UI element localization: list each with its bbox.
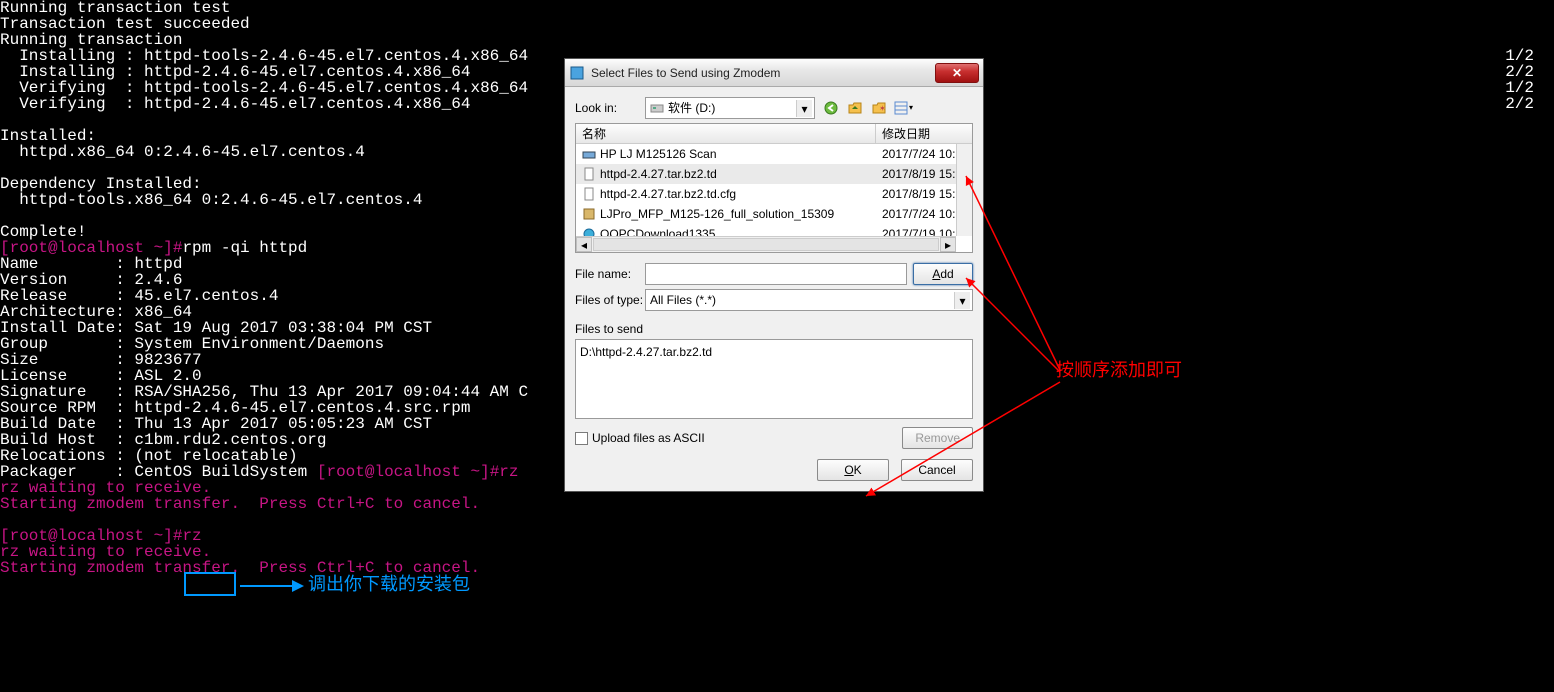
scroll-thumb[interactable] (593, 238, 939, 251)
file-list-header[interactable]: 名称 修改日期 (576, 124, 972, 144)
files-to-send-label: Files to send (575, 321, 973, 337)
scanner-icon (582, 147, 596, 161)
progress-count: 2/2 (1505, 64, 1534, 80)
file-row[interactable]: httpd-2.4.27.tar.bz2.td.cfg 2017/8/19 15… (576, 184, 972, 204)
drive-icon (650, 101, 664, 115)
scroll-right-icon[interactable]: ▸ (940, 237, 956, 252)
new-folder-icon[interactable]: ✶ (869, 98, 889, 118)
col-date[interactable]: 修改日期 (876, 124, 972, 143)
close-button[interactable]: ✕ (935, 63, 979, 83)
files-to-send-list[interactable]: D:\httpd-2.4.27.tar.bz2.td (575, 339, 973, 419)
chevron-down-icon: ▾ (909, 100, 913, 116)
file-icon (582, 167, 596, 181)
filetype-dropdown[interactable]: All Files (*.*) ▾ (645, 289, 973, 311)
checkbox-icon (575, 432, 588, 445)
ok-button[interactable]: OK (817, 459, 889, 481)
vertical-scrollbar[interactable] (956, 144, 972, 236)
ascii-label: Upload files as ASCII (592, 430, 705, 446)
annotation-text: 按顺序添加即可 (1056, 362, 1182, 378)
close-icon: ✕ (952, 65, 962, 81)
file-icon (582, 187, 596, 201)
lookin-value: 软件 (D:) (668, 100, 715, 116)
dialog-titlebar[interactable]: Select Files to Send using Zmodem ✕ (565, 59, 983, 87)
file-row[interactable]: HP LJ M125126 Scan 2017/7/24 10: (576, 144, 972, 164)
file-row[interactable]: LJPro_MFP_M125-126_full_solution_15309 2… (576, 204, 972, 224)
up-folder-icon[interactable] (845, 98, 865, 118)
file-name: httpd-2.4.27.tar.bz2.td (600, 166, 717, 182)
package-icon (582, 207, 596, 221)
lookin-label: Look in: (575, 100, 645, 116)
remove-button[interactable]: Remove (902, 427, 973, 449)
annotation-box (184, 572, 236, 596)
file-row[interactable]: httpd-2.4.27.tar.bz2.td 2017/8/19 15: (576, 164, 972, 184)
horizontal-scrollbar[interactable]: ◂ ▸ (576, 236, 956, 252)
annotation-text: 调出你下载的安装包 (308, 576, 470, 592)
file-list[interactable]: 名称 修改日期 HP LJ M125126 Scan 2017/7/24 10:… (575, 123, 973, 253)
back-icon[interactable] (821, 98, 841, 118)
scroll-left-icon[interactable]: ◂ (576, 237, 592, 252)
file-dialog: Select Files to Send using Zmodem ✕ Look… (564, 58, 984, 492)
add-button[interactable]: Add (913, 263, 973, 285)
file-name: httpd-2.4.27.tar.bz2.td.cfg (600, 186, 736, 202)
progress-count: 2/2 (1505, 96, 1534, 112)
dialog-title: Select Files to Send using Zmodem (591, 65, 935, 81)
ascii-checkbox[interactable]: Upload files as ASCII (575, 430, 705, 446)
filetype-label: Files of type: (575, 292, 645, 308)
filetype-value: All Files (*.*) (650, 292, 716, 308)
filename-label: File name: (575, 266, 645, 282)
chevron-down-icon: ▾ (796, 100, 812, 117)
lookin-dropdown[interactable]: 软件 (D:) ▾ (645, 97, 815, 119)
dialog-icon (569, 65, 585, 81)
cancel-button[interactable]: Cancel (901, 459, 973, 481)
annotation-arrow (236, 576, 306, 596)
col-name[interactable]: 名称 (576, 124, 876, 143)
progress-count: 1/2 (1505, 48, 1534, 64)
chevron-down-icon: ▾ (954, 292, 970, 309)
filename-input[interactable] (645, 263, 907, 285)
send-item[interactable]: D:\httpd-2.4.27.tar.bz2.td (580, 344, 968, 360)
svg-text:✶: ✶ (879, 104, 886, 113)
file-name: LJPro_MFP_M125-126_full_solution_15309 (600, 206, 834, 222)
progress-count: 1/2 (1505, 80, 1534, 96)
view-icon[interactable]: ▾ (893, 98, 913, 118)
file-name: HP LJ M125126 Scan (600, 146, 717, 162)
